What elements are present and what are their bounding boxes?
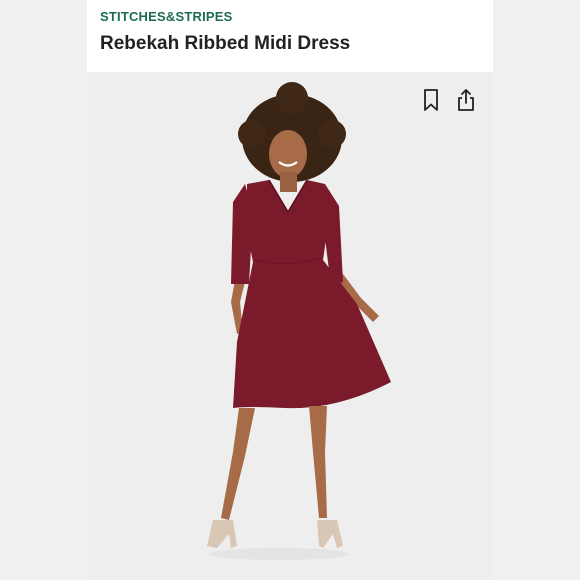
product-photo[interactable] (87, 72, 493, 580)
listing-title: Rebekah Ribbed Midi Dress (100, 33, 351, 54)
listing-card: STITCHES&STRIPES Rebekah Ribbed Midi Dre… (87, 0, 493, 580)
model-figure (207, 82, 391, 560)
brand-name[interactable]: STITCHES&STRIPES (100, 9, 233, 24)
listing-header: STITCHES&STRIPES Rebekah Ribbed Midi Dre… (87, 0, 493, 72)
